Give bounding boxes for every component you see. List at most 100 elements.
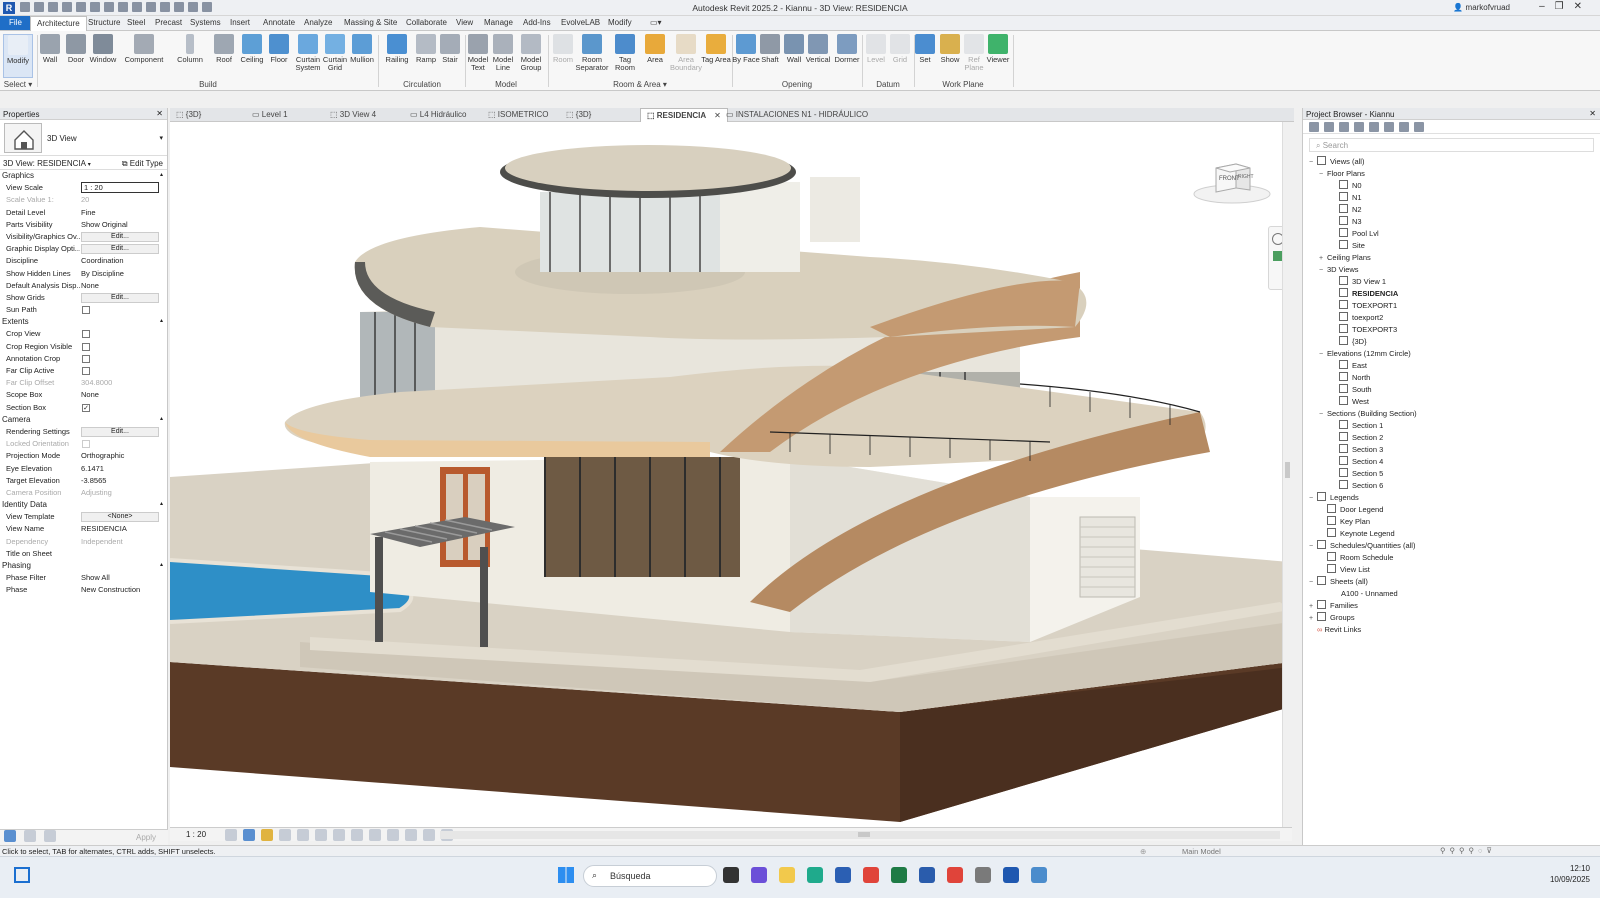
tree-item-toexport3[interactable]: TOEXPORT3 [1339, 324, 1397, 336]
collapse-icon[interactable]: ▴ [160, 561, 163, 568]
tab-analyze[interactable]: Analyze [304, 18, 332, 27]
tree-families[interactable]: + Families [1309, 600, 1358, 612]
locked-orientation-checkbox[interactable] [82, 440, 90, 449]
reveal-hidden-icon[interactable] [387, 829, 399, 841]
tab-systems[interactable]: Systems [190, 18, 221, 27]
word-icon[interactable] [919, 867, 935, 883]
revit-taskbar-icon[interactable] [1003, 867, 1019, 883]
tree-elevations[interactable]: − Elevations (12mm Circle) [1319, 348, 1411, 360]
tab-annotate[interactable]: Annotate [263, 18, 295, 27]
mullion-button[interactable]: Mullion [347, 34, 377, 64]
tree-item-door-legend[interactable]: Door Legend [1327, 504, 1383, 516]
residencia-3d-model[interactable] [170, 122, 1292, 827]
tree-ceiling-plans[interactable]: + Ceiling Plans [1319, 252, 1371, 264]
expand-icon[interactable] [1384, 122, 1394, 132]
taskbar-search[interactable]: ⌕ Búsqueda [583, 865, 717, 887]
viewer-button[interactable]: Viewer [983, 34, 1013, 64]
roof-button[interactable]: Roof [209, 34, 239, 64]
file-explorer-icon[interactable] [779, 867, 795, 883]
tree-item-section-2[interactable]: Section 2 [1339, 432, 1383, 444]
excel-icon[interactable] [891, 867, 907, 883]
area-button[interactable]: Area [640, 34, 670, 64]
floor-button[interactable]: Floor [264, 34, 294, 64]
curtain-system-button[interactable]: Curtain System [293, 34, 323, 72]
curtain-grid-button[interactable]: Curtain Grid [320, 34, 350, 72]
teams-icon[interactable] [751, 867, 767, 883]
vertical-button[interactable]: Vertical [803, 34, 833, 64]
selection-filters[interactable]: ⚲⚲⚲⚲◌⊽ [1440, 846, 1496, 855]
close-tab-icon[interactable]: ✕ [714, 111, 721, 120]
collapse-icon[interactable]: ▴ [160, 500, 163, 507]
tree-item-n0[interactable]: N0 [1339, 180, 1362, 192]
filter-icon[interactable] [44, 830, 57, 842]
close-icon[interactable]: ✕ [1589, 109, 1596, 118]
views-icon[interactable] [1324, 122, 1334, 132]
tree-item-toexport2[interactable]: toexport2 [1339, 312, 1383, 324]
analytical-model-icon[interactable] [423, 829, 435, 841]
vertical-scrollbar[interactable] [1282, 122, 1292, 827]
tree-item-3d-view-1[interactable]: 3D View 1 [1339, 276, 1386, 288]
view-tab-l4-hidraulico[interactable]: ▭ L4 Hidráulico [410, 110, 466, 119]
worksharing-icon[interactable] [405, 829, 417, 841]
tab-steel[interactable]: Steel [127, 18, 145, 27]
category-graphics[interactable]: Graphics ▴ [0, 170, 167, 183]
close-icon[interactable]: ✕ [156, 109, 163, 118]
tree-item-section-1[interactable]: Section 1 [1339, 420, 1383, 432]
families-icon[interactable] [1369, 122, 1379, 132]
properties-help-icon[interactable] [4, 830, 16, 842]
close-icon[interactable]: ✕ [1574, 1, 1592, 12]
active-model[interactable]: Main Model [1182, 847, 1221, 856]
view-tab-level-1[interactable]: ▭ Level 1 [252, 110, 288, 119]
tree-sections[interactable]: − Sections (Building Section) [1319, 408, 1417, 420]
rendering-edit-button[interactable]: Edit... [81, 426, 159, 437]
tab-file[interactable]: File [0, 16, 31, 30]
model-group-button[interactable]: Model Group [516, 34, 546, 72]
store-icon[interactable] [835, 867, 851, 883]
shadows-icon[interactable] [279, 829, 291, 841]
section-box-checkbox[interactable]: ✓ [82, 403, 90, 412]
tree-item-site[interactable]: Site [1339, 240, 1365, 252]
sun-path-checkbox[interactable] [82, 306, 90, 315]
windows-start-icon[interactable] [558, 867, 574, 883]
tab-precast[interactable]: Precast [155, 18, 182, 27]
links-icon[interactable] [1414, 122, 1424, 132]
tree-revit-links[interactable]: ∞ Revit Links [1317, 624, 1361, 636]
view-tab-3d[interactable]: ⬚ {3D} [176, 110, 201, 119]
tree-item-pool-lvl[interactable]: Pool Lvl [1339, 228, 1379, 240]
collapse-icon[interactable]: ▴ [160, 415, 163, 422]
tree-3d-views[interactable]: −3D Views [1319, 264, 1359, 276]
tree-item-n1[interactable]: N1 [1339, 192, 1362, 204]
tree-item-toexport1[interactable]: TOEXPORT1 [1339, 300, 1397, 312]
tab-massing-site[interactable]: Massing & Site [344, 18, 397, 27]
calculator-icon[interactable] [975, 867, 991, 883]
chrome-profile-icon[interactable] [947, 867, 963, 883]
tree-item-n3[interactable]: N3 [1339, 216, 1362, 228]
view-tab-residencia[interactable]: ⬚ RESIDENCIA ✕ [640, 108, 728, 122]
instance-selector[interactable]: 3D View: RESIDENCIA ▾ ⧉ Edit Type [0, 156, 167, 170]
scrollbar-thumb[interactable] [858, 832, 870, 837]
crop-visible-checkbox[interactable] [82, 342, 90, 351]
system-clock[interactable]: 12:10 10/09/2025 [1550, 863, 1590, 885]
edit-type-button[interactable]: ⧉ Edit Type [122, 159, 163, 169]
category-extents[interactable]: Extents ▴ [0, 316, 167, 329]
tree-item-section-6[interactable]: Section 6 [1339, 480, 1383, 492]
type-selector[interactable]: 3D View ▾ [0, 120, 167, 156]
tree-item-north[interactable]: North [1339, 372, 1370, 384]
view-tab-instalaciones[interactable]: ▭ INSTALACIONES N1 - HIDRÁULICO [726, 110, 868, 119]
ceiling-button[interactable]: Ceiling [237, 34, 267, 64]
view-tab-isometrico[interactable]: ⬚ ISOMETRICO [488, 110, 548, 119]
tree-sheets[interactable]: − Sheets (all) [1309, 576, 1368, 588]
show-crop-icon[interactable] [333, 829, 345, 841]
category-phasing[interactable]: Phasing ▴ [0, 560, 167, 573]
show-grids-edit-button[interactable]: Edit... [81, 292, 159, 303]
view-tab-3d-2[interactable]: ⬚ {3D} [566, 110, 591, 119]
apply-button[interactable]: Apply [136, 833, 156, 842]
tree-item-room-schedule[interactable]: Room Schedule [1327, 552, 1393, 564]
tree-item-section-3[interactable]: Section 3 [1339, 444, 1383, 456]
home-icon[interactable] [1309, 122, 1319, 132]
widgets-icon[interactable] [14, 867, 30, 883]
tree-floor-plans[interactable]: − Floor Plans [1319, 168, 1365, 180]
window-button[interactable]: Window [88, 34, 118, 64]
view-cube[interactable]: FRONT RIGHT [1192, 156, 1272, 206]
browser-search-input[interactable]: ⌕ Search [1309, 138, 1594, 152]
